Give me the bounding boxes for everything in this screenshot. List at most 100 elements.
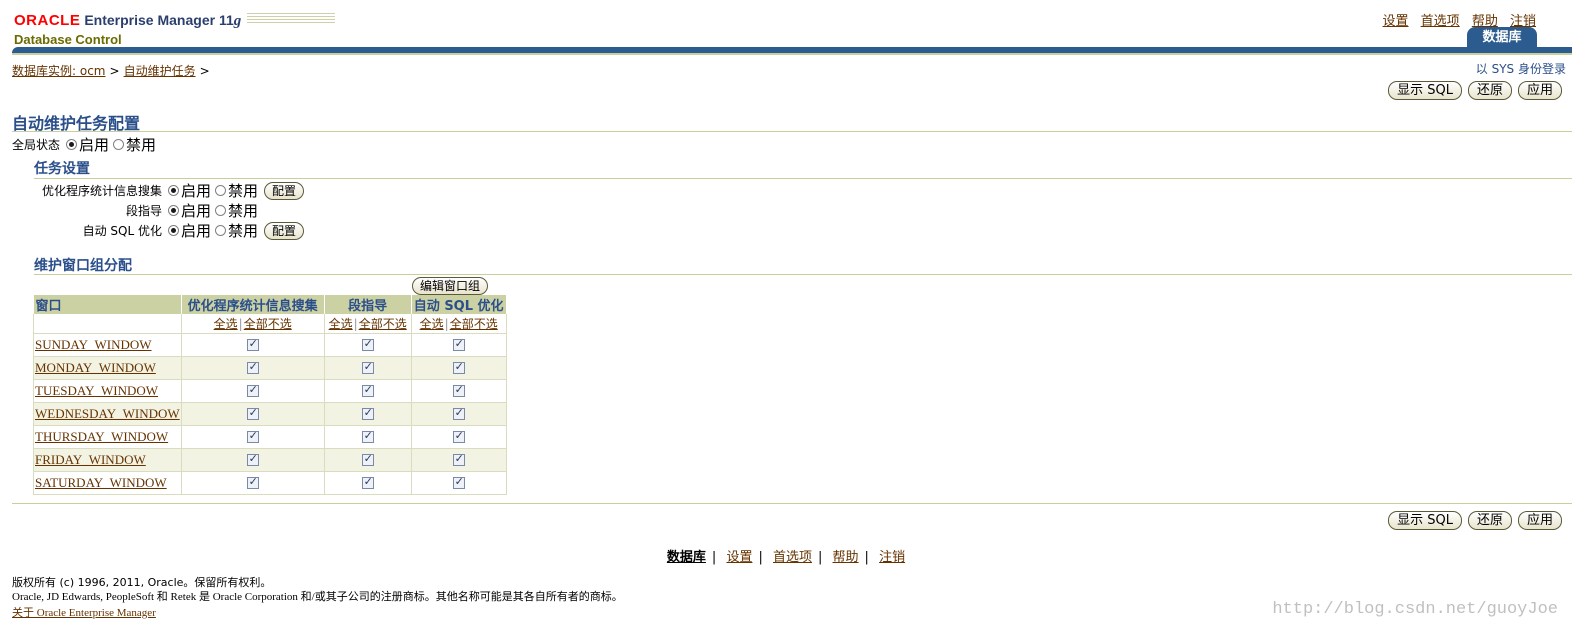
revert-button[interactable]: 还原: [1467, 81, 1512, 100]
task-sql-tuning-enable-radio[interactable]: [168, 225, 179, 236]
table-row: SATURDAY_WINDOW: [33, 470, 507, 495]
window-link[interactable]: THURSDAY_WINDOW: [35, 429, 168, 444]
window-checkbox[interactable]: [361, 383, 374, 397]
edit-window-group-button[interactable]: 编辑窗口组: [412, 277, 489, 295]
configure-optimizer-button[interactable]: 配置: [264, 181, 305, 200]
task-optimizer-enable-radio[interactable]: [168, 185, 179, 196]
window-checkbox[interactable]: [361, 429, 374, 443]
task-row: 段指导 启用 禁用: [34, 200, 260, 221]
window-checkbox[interactable]: [452, 383, 465, 397]
deselect-all-link[interactable]: 全部不选: [359, 317, 407, 331]
window-checkbox[interactable]: [452, 360, 465, 374]
select-all-link[interactable]: 全选: [214, 317, 238, 331]
checkbox-cell: [323, 470, 412, 495]
column-header-window: 窗口: [33, 295, 182, 314]
global-link-settings[interactable]: 设置: [1383, 14, 1409, 29]
window-checkbox[interactable]: [246, 406, 259, 420]
window-checkbox[interactable]: [246, 360, 259, 374]
bottom-button-row: 显示 SQL 还原 应用: [1388, 511, 1562, 530]
window-checkbox[interactable]: [361, 475, 374, 489]
checkbox-cell: [180, 378, 325, 403]
breadcrumb-tasks[interactable]: 自动维护任务: [124, 64, 196, 78]
select-cell: 全选|全部不选: [323, 314, 412, 334]
show-sql-button[interactable]: 显示 SQL: [1388, 81, 1462, 100]
breadcrumb-sep: >: [109, 64, 120, 78]
checkbox-cell: [323, 332, 412, 357]
title-rule: [12, 131, 1572, 132]
configure-sql-tuning-button[interactable]: 配置: [264, 221, 305, 240]
task-optimizer-disable-radio[interactable]: [215, 185, 227, 196]
window-link[interactable]: TUESDAY_WINDOW: [35, 383, 158, 398]
window-checkbox[interactable]: [452, 406, 465, 420]
task-segment-enable-radio[interactable]: [168, 205, 179, 216]
window-checkbox[interactable]: [246, 383, 259, 397]
trademark-text: Oracle, JD Edwards, PeopleSoft 和 Retek 是…: [12, 591, 623, 603]
deselect-all-link[interactable]: 全部不选: [450, 317, 498, 331]
window-group-title: 维护窗口组分配: [34, 258, 132, 274]
deselect-all-link[interactable]: 全部不选: [244, 317, 292, 331]
radio-label: 禁用: [126, 136, 157, 154]
window-checkbox[interactable]: [361, 406, 374, 420]
global-status-enable-radio[interactable]: [66, 139, 78, 150]
radio-label: 启用: [79, 136, 110, 154]
window-group-rule: [34, 274, 1572, 275]
task-settings-rule: [34, 178, 1572, 179]
window-checkbox[interactable]: [452, 475, 465, 489]
checkbox-cell: [410, 424, 507, 449]
select-all-link[interactable]: 全选: [420, 317, 444, 331]
window-checkbox[interactable]: [452, 337, 465, 351]
window-checkbox[interactable]: [452, 429, 465, 443]
footer-link-database[interactable]: 数据库: [667, 550, 706, 565]
apply-button-bottom[interactable]: 应用: [1517, 511, 1562, 530]
revert-button-bottom[interactable]: 还原: [1467, 511, 1512, 530]
show-sql-button-bottom[interactable]: 显示 SQL: [1388, 511, 1462, 530]
about-link[interactable]: 关于 Oracle Enterprise Manager: [12, 607, 156, 619]
product-subtitle: Database Control: [14, 32, 122, 47]
task-sql-tuning-disable-radio[interactable]: [215, 225, 227, 236]
window-checkbox[interactable]: [361, 337, 374, 351]
apply-button[interactable]: 应用: [1517, 81, 1562, 100]
checkbox-cell: [323, 424, 412, 449]
window-checkbox[interactable]: [246, 337, 259, 351]
window-link[interactable]: WEDNESDAY_WINDOW: [35, 406, 180, 421]
checkbox-cell: [410, 355, 507, 380]
task-row: 自动 SQL 优化 启用 禁用 配置: [34, 220, 305, 241]
checkbox-cell: [180, 355, 325, 380]
window-table: 窗口 优化程序统计信息搜集 段指导 自动 SQL 优化 全选|全部不选 全选|全…: [33, 295, 507, 495]
window-checkbox[interactable]: [246, 475, 259, 489]
checkbox-cell: [180, 447, 325, 472]
table-row: THURSDAY_WINDOW: [33, 424, 507, 449]
radio-label: 禁用: [228, 222, 259, 240]
window-checkbox[interactable]: [361, 360, 374, 374]
header-bar-underline: [12, 53, 1572, 55]
footer-link-help[interactable]: 帮助: [833, 550, 859, 565]
footer-link-settings[interactable]: 设置: [726, 550, 752, 565]
select-cell: 全选|全部不选: [180, 314, 325, 334]
footer-link-logout[interactable]: 注销: [879, 550, 905, 565]
checkbox-cell: [180, 332, 325, 357]
tab-database[interactable]: 数据库: [1467, 27, 1537, 48]
checkbox-cell: [323, 447, 412, 472]
window-link[interactable]: FRIDAY_WINDOW: [35, 452, 146, 467]
window-name-cell: TUESDAY_WINDOW: [33, 378, 182, 403]
watermark: http://blog.csdn.net/guoyJoe: [1272, 600, 1558, 619]
logo-stripes: [247, 13, 336, 25]
window-checkbox[interactable]: [246, 452, 259, 466]
table-row: WEDNESDAY_WINDOW: [33, 401, 507, 426]
footer-link-preferences[interactable]: 首选项: [773, 550, 812, 565]
column-header-optimizer: 优化程序统计信息搜集: [181, 295, 325, 314]
window-link[interactable]: SATURDAY_WINDOW: [35, 475, 167, 490]
window-link[interactable]: MONDAY_WINDOW: [35, 360, 156, 375]
global-link-preferences[interactable]: 首选项: [1421, 14, 1460, 29]
task-segment-disable-radio[interactable]: [215, 205, 227, 216]
window-checkbox[interactable]: [361, 452, 374, 466]
window-link[interactable]: SUNDAY_WINDOW: [35, 337, 152, 352]
window-checkbox[interactable]: [452, 452, 465, 466]
radio-label: 启用: [181, 222, 212, 240]
global-status-label: 全局状态: [12, 138, 61, 152]
window-checkbox[interactable]: [246, 429, 259, 443]
breadcrumb-instance[interactable]: 数据库实例: ocm: [12, 64, 106, 78]
column-header-sql-tuning: 自动 SQL 优化: [411, 295, 507, 314]
select-all-link[interactable]: 全选: [329, 317, 353, 331]
global-status-disable-radio[interactable]: [113, 139, 125, 150]
